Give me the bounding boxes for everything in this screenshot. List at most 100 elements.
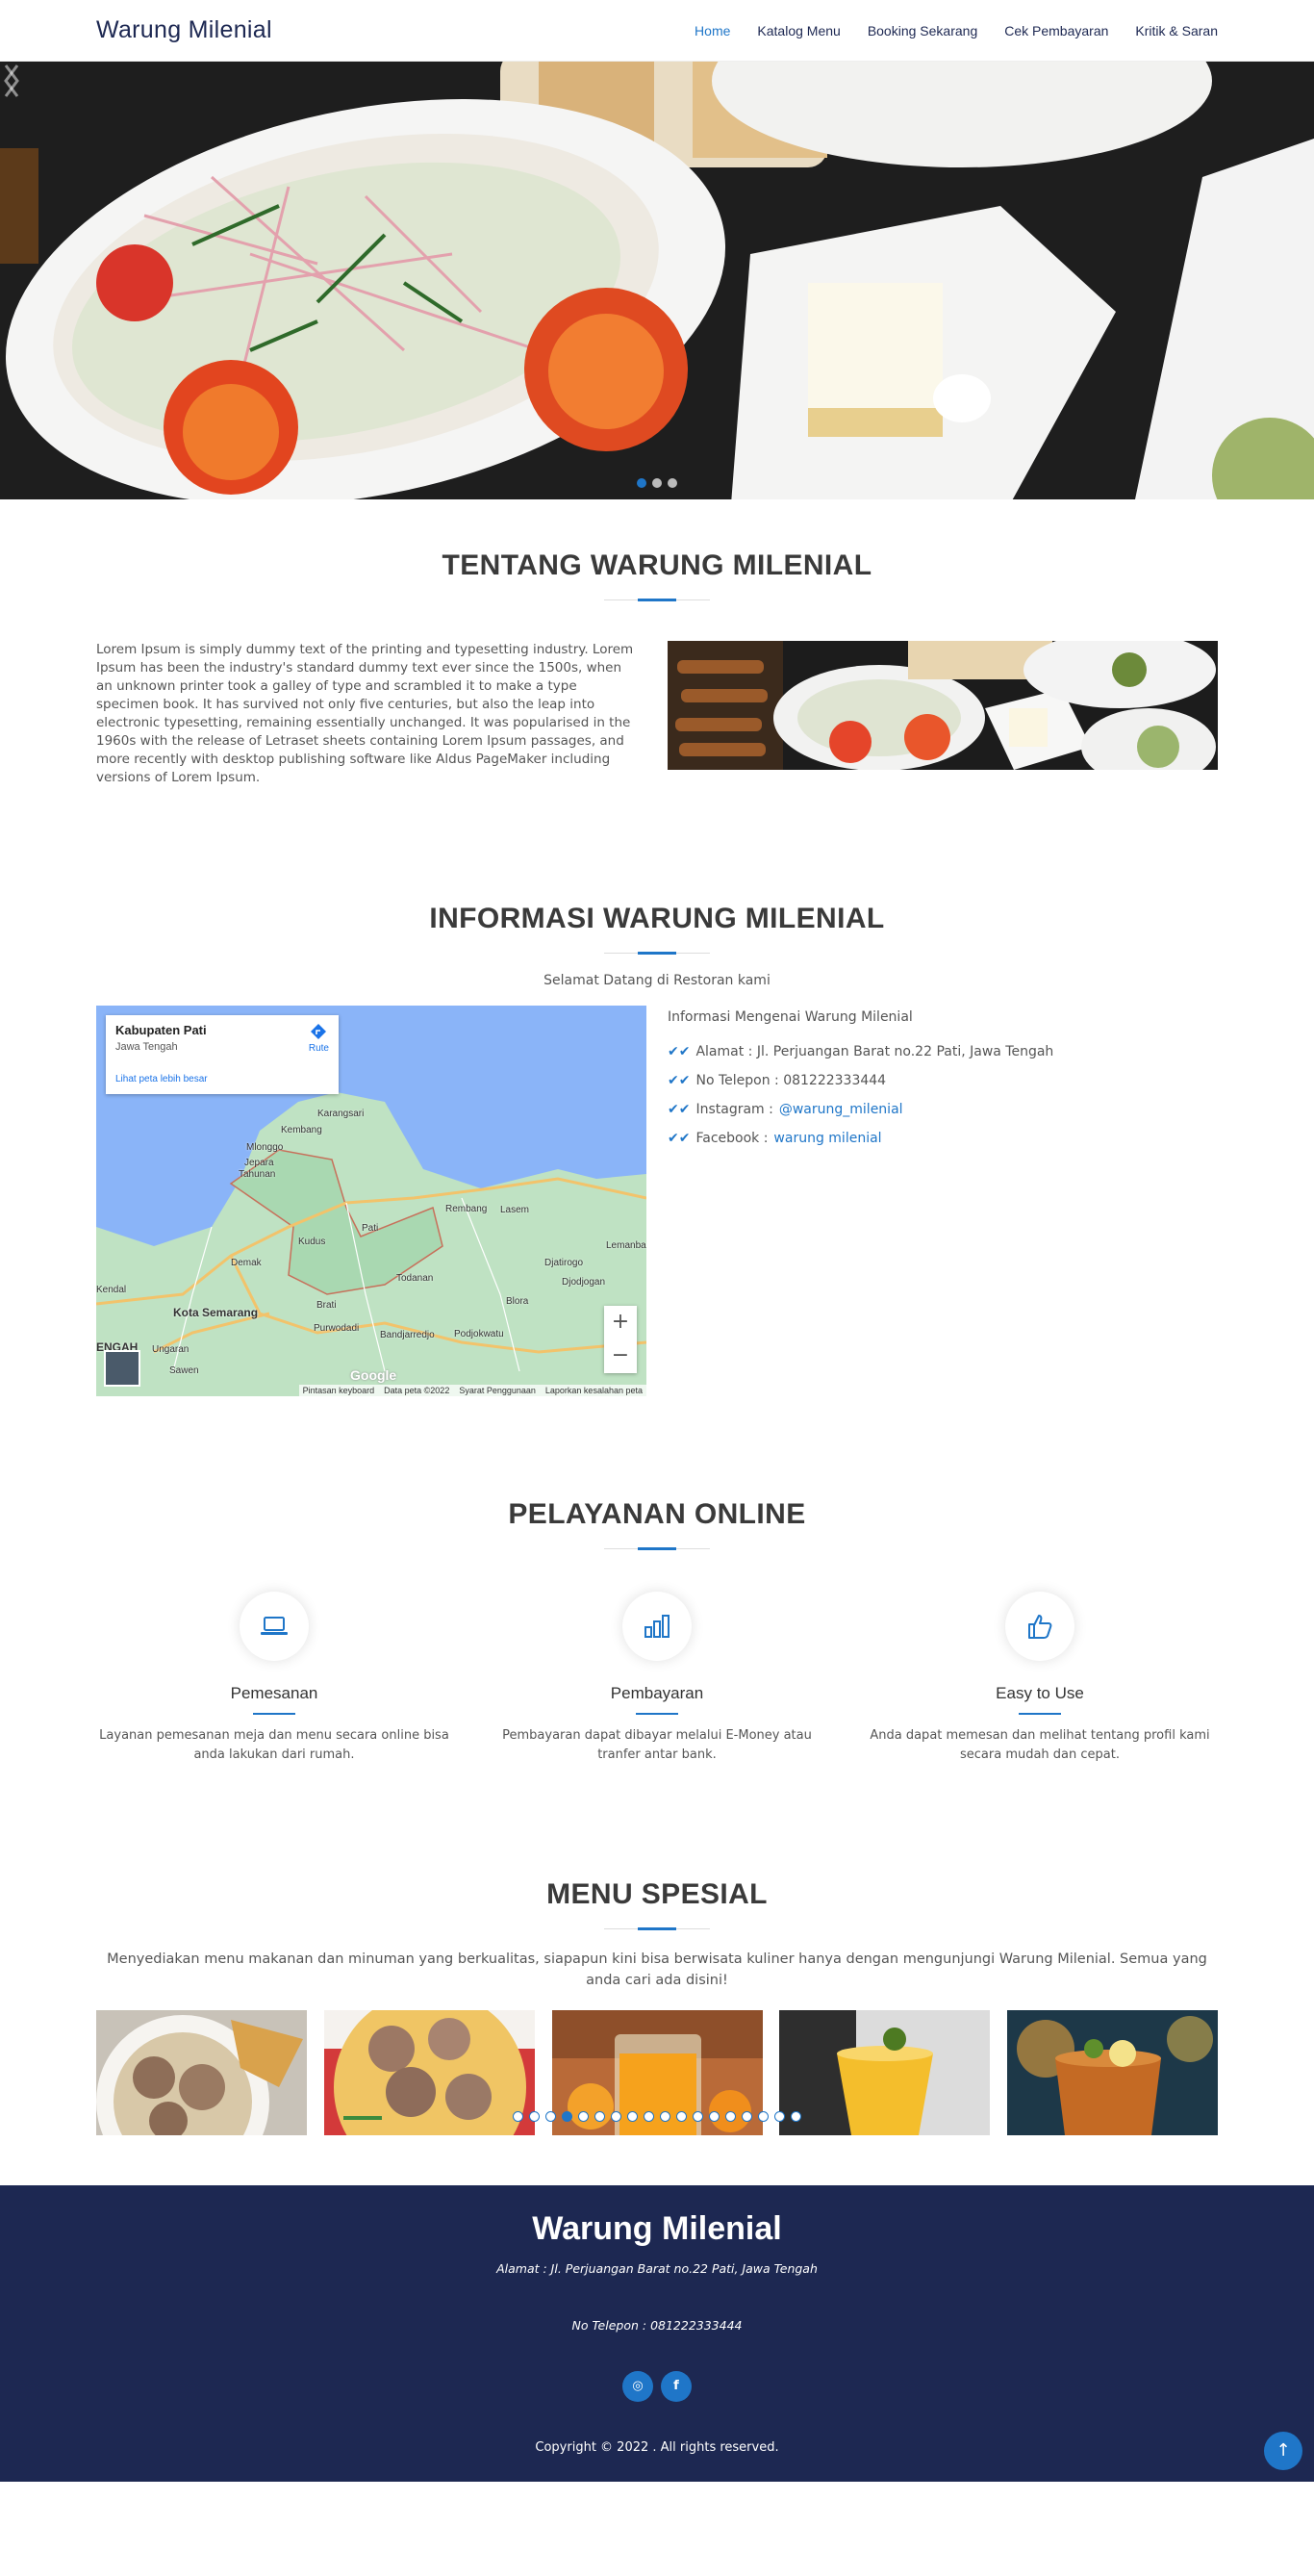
service-underline — [253, 1713, 295, 1715]
menu-page-dot[interactable] — [513, 2111, 523, 2122]
site-footer: Warung Milenial Alamat : Jl. Perjuangan … — [0, 2185, 1314, 2482]
map-attribution: Pintasan keyboard Data peta ©2022 Syarat… — [298, 1385, 646, 1396]
menu-page-dot[interactable] — [774, 2111, 785, 2122]
about-text: Lorem Ipsum is simply dummy text of the … — [96, 642, 634, 785]
service-card: Pemesanan Layanan pemesanan meja dan men… — [96, 1592, 452, 1765]
instagram-link[interactable]: @warung_milenial — [779, 1102, 903, 1117]
map-place-label: Brati — [316, 1300, 337, 1311]
service-text: Anda dapat memesan dan melihat tentang p… — [870, 1728, 1210, 1762]
map-place-label: Kudus — [298, 1237, 326, 1247]
map-info-card: Kabupaten Pati Jawa Tengah Lihat peta le… — [106, 1015, 339, 1094]
map-place-label: Podjokwatu — [454, 1329, 504, 1339]
hero-dot[interactable] — [652, 478, 662, 488]
nav-home[interactable]: Home — [695, 23, 730, 38]
info-details: Informasi Mengenai Warung Milenial ✔✔ Ala… — [668, 1006, 1053, 1396]
about-section: TENTANG WARUNG MILENIAL Lorem Ipsum is s… — [0, 499, 1314, 787]
map-place-label: Demak — [231, 1258, 262, 1268]
map-keyboard-shortcuts[interactable]: Pintasan keyboard — [303, 1386, 375, 1395]
thumbs-up-icon — [1005, 1592, 1074, 1661]
service-card: Easy to Use Anda dapat memesan dan melih… — [862, 1592, 1218, 1765]
menu-page-dot[interactable] — [693, 2111, 703, 2122]
menu-page-dot[interactable] — [644, 2111, 654, 2122]
map-place-label: Kota Semarang — [173, 1306, 259, 1319]
map-bigger-link[interactable]: Lihat peta lebih besar — [115, 1074, 208, 1084]
service-title: Pemesanan — [230, 1684, 318, 1702]
hero-image — [0, 62, 1314, 499]
map-place-label: Ungaran — [152, 1344, 190, 1355]
menu-page-dot[interactable] — [594, 2111, 605, 2122]
footer-phone: No Telepon : 081222333444 — [571, 2318, 743, 2333]
hero-dot[interactable] — [637, 478, 646, 488]
menu-page-dot[interactable] — [611, 2111, 621, 2122]
menu-page-dot[interactable] — [676, 2111, 687, 2122]
map-place-label: Rembang — [445, 1204, 488, 1214]
info-instagram: ✔✔ Instagram : @warung_milenial — [668, 1102, 903, 1117]
menu-page-dot[interactable] — [562, 2111, 572, 2122]
menu-page-dot[interactable] — [725, 2111, 736, 2122]
footer-address: Alamat : Jl. Perjuangan Barat no.22 Pati… — [496, 2261, 818, 2276]
map-place-label: Tahunan — [239, 1169, 276, 1180]
about-image — [668, 641, 1218, 770]
menu-page-dot[interactable] — [545, 2111, 556, 2122]
map-terms-link[interactable]: Syarat Penggunaan — [459, 1386, 536, 1395]
facebook-link[interactable]: warung milenial — [773, 1131, 881, 1146]
title-underline — [604, 952, 710, 955]
service-card: Pembayaran Pembayaran dapat dibayar mela… — [479, 1592, 835, 1765]
info-section: INFORMASI WARUNG MILENIAL Selamat Datang… — [0, 787, 1314, 1396]
map-satellite-toggle[interactable] — [104, 1350, 140, 1387]
main-nav: Home Katalog Menu Booking Sekarang Cek P… — [695, 23, 1218, 38]
instagram-icon[interactable]: ◎ — [622, 2371, 653, 2402]
footer-title: Warung Milenial — [532, 2210, 782, 2247]
menu-page-dot[interactable] — [742, 2111, 752, 2122]
service-text: Layanan pemesanan meja dan menu secara o… — [99, 1728, 449, 1762]
zoom-in-button[interactable]: + — [604, 1306, 637, 1339]
map-place-label: Kendal — [96, 1285, 127, 1295]
facebook-icon[interactable]: f — [661, 2371, 692, 2402]
map-place-name: Kabupaten Pati — [115, 1023, 207, 1037]
map-place-label: Pati — [362, 1223, 379, 1234]
carousel-next-icon[interactable] — [0, 62, 23, 100]
map-zoom-control: + − — [604, 1306, 637, 1373]
map-place-label: Kembang — [281, 1125, 322, 1135]
google-logo: Google — [350, 1367, 397, 1383]
menu-page-dot[interactable] — [529, 2111, 540, 2122]
back-to-top-icon[interactable]: ↑ — [1264, 2432, 1302, 2470]
menu-page-dot[interactable] — [660, 2111, 670, 2122]
map-place-label: Sawen — [169, 1365, 199, 1376]
nav-katalog-menu[interactable]: Katalog Menu — [757, 23, 840, 38]
menu-page-dot[interactable] — [791, 2111, 801, 2122]
menu-carousel[interactable] — [96, 2010, 1218, 2135]
map-place-label: Djodjogan — [562, 1277, 606, 1288]
map-report-link[interactable]: Laporkan kesalahan peta — [545, 1386, 643, 1395]
map-place-label: Mlonggo — [246, 1142, 284, 1153]
info-phone: ✔✔ No Telepon : 081222333444 — [668, 1073, 887, 1088]
info-address: ✔✔ Alamat : Jl. Perjuangan Barat no.22 Pa… — [668, 1044, 1054, 1059]
services-section: PELAYANAN ONLINE Pemesanan Layanan pemes… — [0, 1396, 1314, 1765]
map-place-label: Jepara — [244, 1158, 274, 1168]
info-subtitle: Selamat Datang di Restoran kami — [543, 973, 771, 988]
site-logo[interactable]: Warung Milenial — [96, 16, 272, 44]
double-check-icon: ✔✔ — [668, 1073, 691, 1088]
social-links: ◎ f — [0, 2371, 1314, 2402]
map-route-button[interactable]: Rute — [309, 1023, 329, 1054]
laptop-icon — [240, 1592, 309, 1661]
hero-dot[interactable] — [668, 478, 677, 488]
hero-carousel[interactable] — [0, 62, 1314, 499]
nav-kritik-saran[interactable]: Kritik & Saran — [1135, 23, 1218, 38]
zoom-out-button[interactable]: − — [604, 1339, 637, 1373]
menu-page-dot[interactable] — [709, 2111, 720, 2122]
map-place-label: Karangsari — [317, 1109, 365, 1119]
menu-page-dot[interactable] — [578, 2111, 589, 2122]
service-text: Pembayaran dapat dibayar melalui E-Money… — [502, 1728, 812, 1762]
menu-pagination — [96, 2111, 1218, 2122]
info-title: INFORMASI WARUNG MILENIAL — [429, 903, 885, 934]
info-heading: Informasi Mengenai Warung Milenial — [668, 1009, 913, 1025]
nav-booking-sekarang[interactable]: Booking Sekarang — [868, 23, 977, 38]
google-map[interactable]: Kabupaten Pati Jawa Tengah Lihat peta le… — [96, 1006, 646, 1396]
nav-cek-pembayaran[interactable]: Cek Pembayaran — [1004, 23, 1108, 38]
map-place-label: Lemanbang — [606, 1240, 646, 1251]
double-check-icon: ✔✔ — [668, 1131, 691, 1146]
double-check-icon: ✔✔ — [668, 1044, 691, 1059]
menu-page-dot[interactable] — [758, 2111, 769, 2122]
menu-page-dot[interactable] — [627, 2111, 638, 2122]
